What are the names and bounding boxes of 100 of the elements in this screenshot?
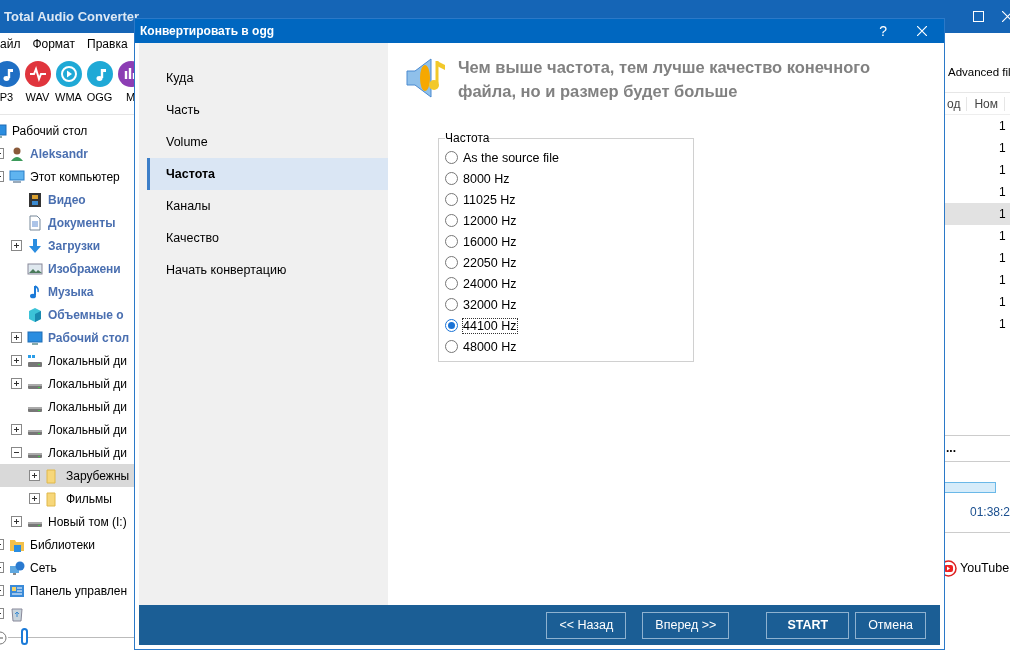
radio-button[interactable]: 44100 Hz — [445, 315, 517, 336]
drive-icon — [27, 452, 43, 459]
film-icon — [27, 191, 43, 208]
tree-item[interactable]: Фильмы — [0, 487, 134, 510]
nav-item[interactable]: Начать конвертацию — [147, 254, 388, 286]
tree-item[interactable]: Объемные о — [0, 303, 134, 326]
tree-item[interactable]: Библиотеки — [0, 533, 134, 556]
user-icon — [9, 145, 25, 162]
maximize-icon[interactable] — [973, 11, 984, 22]
drive-icon — [27, 406, 43, 413]
format-label[interactable]: WAV — [25, 91, 50, 103]
close-icon[interactable] — [917, 26, 927, 36]
slider-thumb[interactable] — [21, 628, 28, 645]
menu-item[interactable]: Формат — [32, 37, 76, 51]
table-cell: 1 — [999, 251, 1006, 265]
format-icon — [86, 61, 113, 87]
group-label: Частота — [445, 131, 490, 145]
drive-icon — [27, 521, 43, 528]
tree-item[interactable]: Локальный ди — [0, 418, 134, 441]
table-cell: 1 — [999, 295, 1006, 309]
table-cell: 1 — [999, 317, 1006, 331]
download-icon — [27, 237, 43, 254]
expand-icon[interactable] — [11, 355, 22, 366]
control-panel-icon — [9, 582, 25, 599]
radio-button[interactable]: 16000 Hz — [445, 231, 517, 252]
document-icon — [27, 214, 43, 231]
nav-item[interactable]: Volume — [147, 126, 388, 158]
tree-item[interactable]: Локальный ди — [0, 395, 134, 418]
menu-item[interactable]: айл — [0, 37, 21, 51]
tree-item[interactable]: Этот компьютер — [0, 165, 134, 188]
tree-item[interactable]: Изображени — [0, 257, 134, 280]
format-label[interactable]: WMA — [55, 91, 82, 103]
menu-item[interactable]: Правка — [87, 37, 128, 51]
tree-item[interactable]: Музыка — [0, 280, 134, 303]
radio-button[interactable]: 11025 Hz — [445, 189, 516, 210]
radio-button[interactable]: 32000 Hz — [445, 294, 517, 315]
radio-button[interactable]: 48000 Hz — [445, 336, 517, 357]
column-header[interactable]: Ном — [967, 96, 1005, 111]
format-icon — [55, 61, 82, 87]
radio-button[interactable]: 12000 Hz — [445, 210, 517, 231]
close-icon[interactable] — [1002, 11, 1010, 22]
tree-item[interactable]: Панель управлен — [0, 579, 134, 602]
tree-item[interactable]: Локальный ди — [0, 349, 134, 372]
dialog-button[interactable]: Вперед >> — [642, 611, 730, 639]
tree-item[interactable]: Новый том (I:) — [0, 510, 134, 533]
drive-icon — [27, 383, 43, 390]
heading-text: Чем выше частота, тем лучше качество конечного файла, но и размер будет больше — [458, 57, 871, 102]
format-label[interactable]: M — [125, 91, 134, 103]
tree-item[interactable]: Сеть — [0, 556, 134, 579]
recycle-bin-icon — [9, 605, 25, 622]
collapse-icon[interactable] — [11, 447, 22, 458]
radio-button[interactable]: 24000 Hz — [445, 273, 517, 294]
tree-item[interactable]: Рабочий стол — [0, 119, 134, 142]
tree-item[interactable]: Локальный ди — [0, 441, 134, 464]
monitor-icon — [9, 168, 25, 185]
table-cell: 1 — [999, 207, 1006, 221]
table-cell: 1 — [999, 119, 1006, 133]
dialog-button[interactable]: Отмена — [855, 611, 926, 639]
dialog-button[interactable]: << Назад — [546, 611, 627, 639]
expand-icon[interactable] — [11, 332, 22, 343]
radio-button[interactable]: 8000 Hz — [445, 168, 510, 189]
table-cell: 1 — [999, 141, 1006, 155]
expand-icon[interactable] — [29, 470, 40, 481]
table-cell: 1 — [999, 163, 1006, 177]
format-label[interactable]: P3 — [0, 91, 14, 103]
desktop-icon — [27, 329, 43, 346]
format-label[interactable]: OGG — [86, 91, 113, 103]
table-cell: 1 — [999, 185, 1006, 199]
tree-item[interactable]: Рабочий стол — [0, 326, 134, 349]
table-cell: 1 — [999, 229, 1006, 243]
radio-button[interactable]: 22050 Hz — [445, 252, 517, 273]
radio-button[interactable]: As the source file — [445, 147, 559, 168]
nav-item[interactable]: Куда — [147, 62, 388, 94]
expand-icon[interactable] — [11, 240, 22, 251]
nav-item[interactable]: Частота — [147, 158, 388, 190]
window-title: Total Audio Converter — [4, 9, 140, 24]
drive-icon — [27, 352, 43, 369]
tree-item[interactable]: Зарубежны — [0, 464, 134, 487]
cube-icon — [27, 306, 43, 323]
tree-item[interactable]: Документы — [0, 211, 134, 234]
nav-item[interactable]: Каналы — [147, 190, 388, 222]
expand-icon[interactable] — [29, 493, 40, 504]
tree-item[interactable]: Локальный ди — [0, 372, 134, 395]
nav-item[interactable]: Часть — [147, 94, 388, 126]
time-text: 01:38:2 — [969, 504, 1010, 519]
tree-item[interactable]: Aleksandr — [0, 142, 134, 165]
tree-item[interactable]: Загрузки — [0, 234, 134, 257]
table-cell: 1 — [999, 273, 1006, 287]
tree-item[interactable]: Видео — [0, 188, 134, 211]
start-button[interactable]: START — [766, 611, 850, 639]
filter-label[interactable]: Advanced fil — [948, 66, 1010, 78]
dialog-title: Конвертировать в ogg — [140, 24, 276, 38]
nav-item[interactable]: Качество — [147, 222, 388, 254]
drive-icon — [27, 429, 43, 436]
ellipsis-text: ... — [946, 441, 956, 455]
image-icon — [27, 260, 43, 277]
expand-icon[interactable] — [11, 516, 22, 527]
expand-icon[interactable] — [11, 378, 22, 389]
help-button[interactable]: ? — [879, 23, 887, 39]
expand-icon[interactable] — [11, 424, 22, 435]
